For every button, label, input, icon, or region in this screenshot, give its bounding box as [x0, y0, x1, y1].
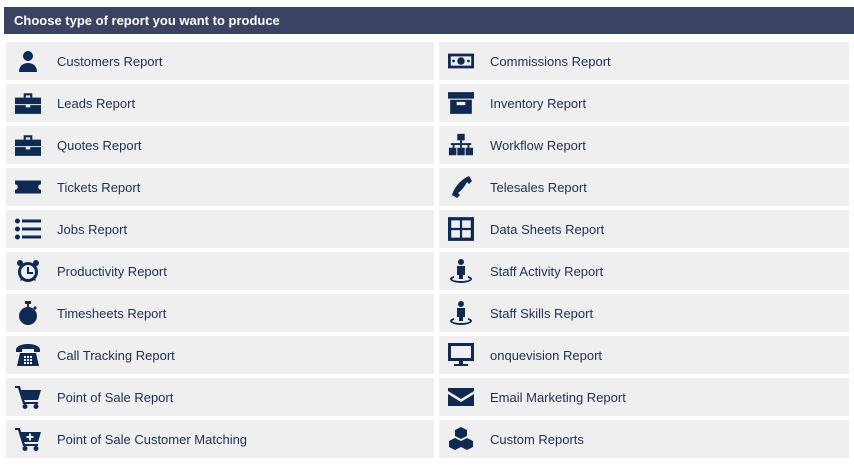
report-grid: Customers Report Commissions Report Lead… — [4, 42, 854, 458]
report-item-telesales[interactable]: Telesales Report — [439, 168, 849, 206]
report-label: Tickets Report — [57, 179, 141, 195]
report-item-commissions[interactable]: Commissions Report — [439, 42, 849, 80]
report-label: Custom Reports — [490, 431, 584, 447]
report-item-staff-skills[interactable]: Staff Skills Report — [439, 294, 849, 332]
table-icon — [447, 216, 475, 242]
report-item-timesheets[interactable]: Timesheets Report — [6, 294, 434, 332]
report-label: Point of Sale Report — [57, 389, 174, 405]
archive-icon — [447, 90, 475, 116]
stopwatch-icon — [14, 300, 42, 326]
report-item-custom[interactable]: Custom Reports — [439, 420, 849, 458]
report-label: Call Tracking Report — [57, 347, 175, 363]
envelope-icon — [447, 384, 475, 410]
cart-plus-icon — [14, 426, 42, 452]
report-item-tickets[interactable]: Tickets Report — [6, 168, 434, 206]
report-item-workflow[interactable]: Workflow Report — [439, 126, 849, 164]
report-item-productivity[interactable]: Productivity Report — [6, 252, 434, 290]
report-item-point-of-sale[interactable]: Point of Sale Report — [6, 378, 434, 416]
report-selector-panel: Choose type of report you want to produc… — [4, 7, 854, 458]
list-icon — [14, 216, 42, 242]
report-label: Staff Skills Report — [490, 305, 594, 321]
report-label: Staff Activity Report — [490, 263, 604, 279]
report-item-call-tracking[interactable]: Call Tracking Report — [6, 336, 434, 374]
alarm-clock-icon — [14, 258, 42, 284]
report-label: Quotes Report — [57, 137, 142, 153]
user-icon — [14, 48, 42, 74]
report-label: Leads Report — [57, 95, 136, 111]
report-label: Timesheets Report — [57, 305, 167, 321]
monitor-icon — [447, 342, 475, 368]
report-item-inventory[interactable]: Inventory Report — [439, 84, 849, 122]
report-label: Data Sheets Report — [490, 221, 605, 237]
report-item-data-sheets[interactable]: Data Sheets Report — [439, 210, 849, 248]
shopping-cart-icon — [14, 384, 42, 410]
report-label: Customers Report — [57, 53, 163, 69]
report-item-pos-customer-matching[interactable]: Point of Sale Customer Matching — [6, 420, 434, 458]
person-pin-icon — [447, 300, 475, 326]
report-label: Commissions Report — [490, 53, 611, 69]
money-icon — [447, 48, 475, 74]
sitemap-icon — [447, 132, 475, 158]
report-label: Workflow Report — [490, 137, 586, 153]
report-label: Jobs Report — [57, 221, 128, 237]
rotary-phone-icon — [14, 342, 42, 368]
report-label: Productivity Report — [57, 263, 167, 279]
report-item-jobs[interactable]: Jobs Report — [6, 210, 434, 248]
report-item-onquevision[interactable]: onquevision Report — [439, 336, 849, 374]
ticket-icon — [14, 174, 42, 200]
cubes-icon — [447, 426, 475, 452]
phone-icon — [447, 174, 475, 200]
report-item-quotes[interactable]: Quotes Report — [6, 126, 434, 164]
report-label: Telesales Report — [490, 179, 587, 195]
report-label: Inventory Report — [490, 95, 587, 111]
panel-header: Choose type of report you want to produc… — [4, 7, 854, 34]
report-item-customers[interactable]: Customers Report — [6, 42, 434, 80]
person-pin-icon — [447, 258, 475, 284]
briefcase-icon — [14, 90, 42, 116]
report-item-email-marketing[interactable]: Email Marketing Report — [439, 378, 849, 416]
report-item-staff-activity[interactable]: Staff Activity Report — [439, 252, 849, 290]
report-label: Email Marketing Report — [490, 389, 626, 405]
report-label: onquevision Report — [490, 347, 603, 363]
briefcase-icon — [14, 132, 42, 158]
report-label: Point of Sale Customer Matching — [57, 431, 248, 447]
report-item-leads[interactable]: Leads Report — [6, 84, 434, 122]
